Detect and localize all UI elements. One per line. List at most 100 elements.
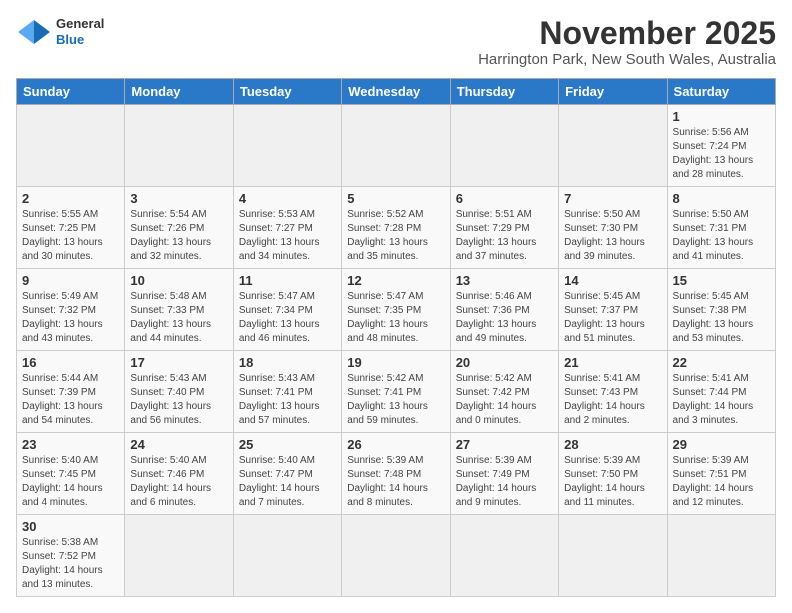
calendar-cell: 28Sunrise: 5:39 AM Sunset: 7:50 PM Dayli… — [559, 433, 667, 515]
day-number: 15 — [673, 273, 770, 288]
day-info: Sunrise: 5:42 AM Sunset: 7:41 PM Dayligh… — [347, 372, 444, 428]
calendar-cell: 14 Sunrise: 5:45 AM Sunset: 7:37 PM Dayli… — [559, 269, 667, 351]
calendar-title: November 2025 — [478, 16, 776, 51]
calendar-cell: 24 Sunrise: 5:40 AM Sunset: 7:46 PM Dayli… — [125, 433, 233, 515]
calendar-cell: 12 Sunrise: 5:47 AM Sunset: 7:35 PM Dayli… — [342, 269, 450, 351]
day-number: 13 — [456, 273, 553, 288]
page-header: General Blue November 2025 Harrington Pa… — [16, 16, 776, 68]
day-number: 11 — [239, 273, 336, 288]
calendar-cell: 9Sunrise: 5:49 AM Sunset: 7:32 PM Daylig… — [17, 269, 125, 351]
calendar-cell: 16Sunrise: 5:44 AM Sunset: 7:39 PM Dayli… — [17, 351, 125, 433]
calendar-cell: 26Sunrise: 5:39 AM Sunset: 7:48 PM Dayli… — [342, 433, 450, 515]
day-number: 24 — [130, 437, 227, 452]
calendar-cell: 10 Sunrise: 5:48 AM Sunset: 7:33 PM Dayli… — [125, 269, 233, 351]
calendar-cell: 25Sunrise: 5:40 AM Sunset: 7:47 PM Dayli… — [233, 433, 341, 515]
calendar-cell: 21 Sunrise: 5:41 AM Sunset: 7:43 PM Dayli… — [559, 351, 667, 433]
day-info: Sunrise: 5:50 AM Sunset: 7:30 PM Dayligh… — [564, 208, 661, 264]
calendar-cell: 29 Sunrise: 5:39 AM Sunset: 7:51 PM Dayli… — [667, 433, 775, 515]
calendar-cell: 18Sunrise: 5:43 AM Sunset: 7:41 PM Dayli… — [233, 351, 341, 433]
day-info: Sunrise: 5:39 AM Sunset: 7:51 PM Dayligh… — [673, 454, 770, 510]
calendar-cell: 1 Sunrise: 5:56 AM Sunset: 7:24 PM Daylig… — [667, 105, 775, 187]
day-info: Sunrise: 5:40 AM Sunset: 7:45 PM Dayligh… — [22, 454, 119, 510]
day-number: 7 — [564, 191, 661, 206]
calendar-cell — [233, 105, 341, 187]
day-number: 14 — [564, 273, 661, 288]
day-info: Sunrise: 5:39 AM Sunset: 7:49 PM Dayligh… — [456, 454, 553, 510]
day-number: 29 — [673, 437, 770, 452]
calendar-cell — [559, 105, 667, 187]
day-info: Sunrise: 5:53 AM Sunset: 7:27 PM Dayligh… — [239, 208, 336, 264]
calendar-cell — [450, 105, 558, 187]
calendar-table: SundayMondayTuesdayWednesdayThursdayFrid… — [16, 78, 776, 597]
day-info: Sunrise: 5:50 AM Sunset: 7:31 PM Dayligh… — [673, 208, 770, 264]
day-number: 21 — [564, 355, 661, 370]
calendar-cell: 30 Sunrise: 5:38 AM Sunset: 7:52 PM Dayli… — [17, 515, 125, 597]
day-header-monday: Monday — [125, 79, 233, 105]
calendar-cell — [342, 105, 450, 187]
day-info: Sunrise: 5:42 AM Sunset: 7:42 PM Dayligh… — [456, 372, 553, 428]
day-info: Sunrise: 5:39 AM Sunset: 7:48 PM Dayligh… — [347, 454, 444, 510]
day-info: Sunrise: 5:40 AM Sunset: 7:47 PM Dayligh… — [239, 454, 336, 510]
calendar-cell: 20 Sunrise: 5:42 AM Sunset: 7:42 PM Dayli… — [450, 351, 558, 433]
title-block: November 2025 Harrington Park, New South… — [478, 16, 776, 68]
calendar-cell: 27 Sunrise: 5:39 AM Sunset: 7:49 PM Dayli… — [450, 433, 558, 515]
day-info: Sunrise: 5:46 AM Sunset: 7:36 PM Dayligh… — [456, 290, 553, 346]
day-number: 23 — [22, 437, 119, 452]
calendar-subtitle: Harrington Park, New South Wales, Austra… — [478, 51, 776, 68]
day-number: 17 — [130, 355, 227, 370]
calendar-cell: 5Sunrise: 5:52 AM Sunset: 7:28 PM Daylig… — [342, 187, 450, 269]
day-header-tuesday: Tuesday — [233, 79, 341, 105]
day-header-wednesday: Wednesday — [342, 79, 450, 105]
calendar-cell: 22Sunrise: 5:41 AM Sunset: 7:44 PM Dayli… — [667, 351, 775, 433]
day-info: Sunrise: 5:55 AM Sunset: 7:25 PM Dayligh… — [22, 208, 119, 264]
calendar-week-row: 2Sunrise: 5:55 AM Sunset: 7:25 PM Daylig… — [17, 187, 776, 269]
calendar-header-row: SundayMondayTuesdayWednesdayThursdayFrid… — [17, 79, 776, 105]
day-number: 4 — [239, 191, 336, 206]
calendar-cell — [125, 105, 233, 187]
calendar-cell: 2Sunrise: 5:55 AM Sunset: 7:25 PM Daylig… — [17, 187, 125, 269]
calendar-cell — [450, 515, 558, 597]
calendar-cell: 3Sunrise: 5:54 AM Sunset: 7:26 PM Daylig… — [125, 187, 233, 269]
calendar-week-row: 9Sunrise: 5:49 AM Sunset: 7:32 PM Daylig… — [17, 269, 776, 351]
day-info: Sunrise: 5:52 AM Sunset: 7:28 PM Dayligh… — [347, 208, 444, 264]
day-info: Sunrise: 5:45 AM Sunset: 7:37 PM Dayligh… — [564, 290, 661, 346]
day-info: Sunrise: 5:40 AM Sunset: 7:46 PM Dayligh… — [130, 454, 227, 510]
day-info: Sunrise: 5:47 AM Sunset: 7:35 PM Dayligh… — [347, 290, 444, 346]
day-info: Sunrise: 5:48 AM Sunset: 7:33 PM Dayligh… — [130, 290, 227, 346]
day-info: Sunrise: 5:38 AM Sunset: 7:52 PM Dayligh… — [22, 536, 119, 592]
day-info: Sunrise: 5:51 AM Sunset: 7:29 PM Dayligh… — [456, 208, 553, 264]
day-number: 27 — [456, 437, 553, 452]
calendar-cell: 13 Sunrise: 5:46 AM Sunset: 7:36 PM Dayli… — [450, 269, 558, 351]
logo: General Blue — [16, 16, 104, 47]
calendar-cell: 11Sunrise: 5:47 AM Sunset: 7:34 PM Dayli… — [233, 269, 341, 351]
day-info: Sunrise: 5:39 AM Sunset: 7:50 PM Dayligh… — [564, 454, 661, 510]
day-info: Sunrise: 5:44 AM Sunset: 7:39 PM Dayligh… — [22, 372, 119, 428]
day-info: Sunrise: 5:41 AM Sunset: 7:43 PM Dayligh… — [564, 372, 661, 428]
day-number: 10 — [130, 273, 227, 288]
day-header-thursday: Thursday — [450, 79, 558, 105]
day-number: 1 — [673, 109, 770, 124]
day-info: Sunrise: 5:49 AM Sunset: 7:32 PM Dayligh… — [22, 290, 119, 346]
calendar-week-row: 16Sunrise: 5:44 AM Sunset: 7:39 PM Dayli… — [17, 351, 776, 433]
day-info: Sunrise: 5:43 AM Sunset: 7:40 PM Dayligh… — [130, 372, 227, 428]
calendar-week-row: 1 Sunrise: 5:56 AM Sunset: 7:24 PM Daylig… — [17, 105, 776, 187]
calendar-cell — [233, 515, 341, 597]
day-info: Sunrise: 5:56 AM Sunset: 7:24 PM Dayligh… — [673, 126, 770, 182]
day-number: 8 — [673, 191, 770, 206]
calendar-cell: 4 Sunrise: 5:53 AM Sunset: 7:27 PM Daylig… — [233, 187, 341, 269]
calendar-cell: 7 Sunrise: 5:50 AM Sunset: 7:30 PM Daylig… — [559, 187, 667, 269]
calendar-week-row: 30 Sunrise: 5:38 AM Sunset: 7:52 PM Dayli… — [17, 515, 776, 597]
day-info: Sunrise: 5:54 AM Sunset: 7:26 PM Dayligh… — [130, 208, 227, 264]
day-number: 20 — [456, 355, 553, 370]
logo-text: General Blue — [56, 16, 104, 47]
calendar-cell — [125, 515, 233, 597]
day-number: 22 — [673, 355, 770, 370]
day-number: 19 — [347, 355, 444, 370]
calendar-cell — [17, 105, 125, 187]
calendar-cell: 8 Sunrise: 5:50 AM Sunset: 7:31 PM Daylig… — [667, 187, 775, 269]
day-header-friday: Friday — [559, 79, 667, 105]
day-number: 30 — [22, 519, 119, 534]
day-number: 12 — [347, 273, 444, 288]
day-info: Sunrise: 5:43 AM Sunset: 7:41 PM Dayligh… — [239, 372, 336, 428]
calendar-cell: 19 Sunrise: 5:42 AM Sunset: 7:41 PM Dayli… — [342, 351, 450, 433]
